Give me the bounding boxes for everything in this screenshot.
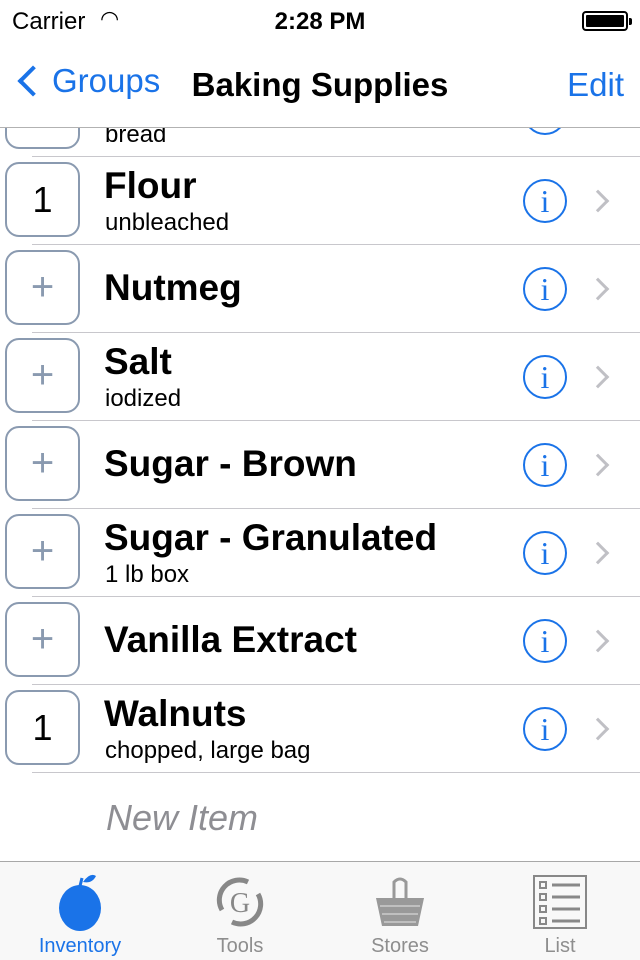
new-item-row[interactable]: New Item [0,773,640,862]
tab-label: Tools [216,935,264,957]
add-quantity-button[interactable]: + [5,602,80,677]
quantity-button[interactable]: 1 [5,162,80,237]
navigation-bar: Groups Baking Supplies Edit [0,40,640,128]
quantity-button[interactable]: 1 [5,690,80,765]
chevron-right-icon [586,189,610,213]
edit-button[interactable]: Edit [567,66,624,104]
tab-label: List [544,935,576,957]
info-icon[interactable]: i [523,619,567,663]
tab-list[interactable]: List [480,862,640,960]
chevron-right-icon [586,541,610,565]
list-item[interactable]: + Salt iodized i [0,333,640,421]
item-name: Sugar - Granulated [104,517,438,558]
info-icon[interactable]: i [523,531,567,575]
tab-bar: Inventory G Tools Stores List [0,861,640,960]
info-icon[interactable]: i [523,707,567,751]
add-quantity-button[interactable]: + [5,514,80,589]
tab-inventory[interactable]: Inventory [0,862,160,960]
page-title: Baking Supplies [191,66,449,103]
info-icon[interactable]: i [523,267,567,311]
list-item[interactable]: + Sugar - Granulated 1 lb box i [0,509,640,597]
list-item[interactable]: + Sugar - Brown i [0,421,640,509]
chevron-right-icon [586,717,610,741]
status-bar: Carrier ◠ 2:28 PM [0,0,640,40]
new-item-input[interactable]: New Item [106,797,258,839]
chevron-right-icon [586,365,610,389]
item-name: Sugar - Brown [104,443,357,484]
tab-stores[interactable]: Stores [320,862,480,960]
battery-icon [582,11,632,31]
info-icon[interactable]: i [523,355,567,399]
item-name: Walnuts [104,693,247,734]
add-quantity-button[interactable]: + [5,338,80,413]
add-quantity-button[interactable]: + [5,250,80,325]
item-note: chopped, large bag [105,737,311,764]
list-item[interactable]: 1 Flour unbleached i [0,157,640,245]
info-icon[interactable]: i [523,443,567,487]
item-note: unbleached [105,209,230,236]
item-name: Flour [104,165,197,206]
chevron-right-icon [586,453,610,477]
list-item[interactable]: + Nutmeg i [0,245,640,333]
tab-label: Stores [371,935,429,957]
add-quantity-button[interactable]: + [5,426,80,501]
clock: 2:28 PM [274,8,366,35]
tab-label: Inventory [38,935,122,957]
item-note: iodized [105,385,182,412]
info-icon[interactable]: i [523,179,567,223]
basket-icon [376,877,424,926]
svg-text:G: G [230,888,250,919]
g-refresh-icon: G [216,877,264,927]
list-item[interactable]: 1 Walnuts chopped, large bag i [0,685,640,773]
item-name: Nutmeg [104,267,242,308]
tab-tools[interactable]: G Tools [160,862,320,960]
chevron-right-icon [586,629,610,653]
list-item[interactable]: + Vanilla Extract i [0,597,640,685]
item-note: 1 lb box [105,561,190,588]
chevron-right-icon [586,277,610,301]
item-name: Salt [104,341,172,382]
item-name: Vanilla Extract [104,619,357,660]
checklist-icon [533,875,587,929]
item-list: bread i 1 Flour unbleached i + Nutmeg i … [0,69,640,862]
apple-icon [59,874,101,931]
